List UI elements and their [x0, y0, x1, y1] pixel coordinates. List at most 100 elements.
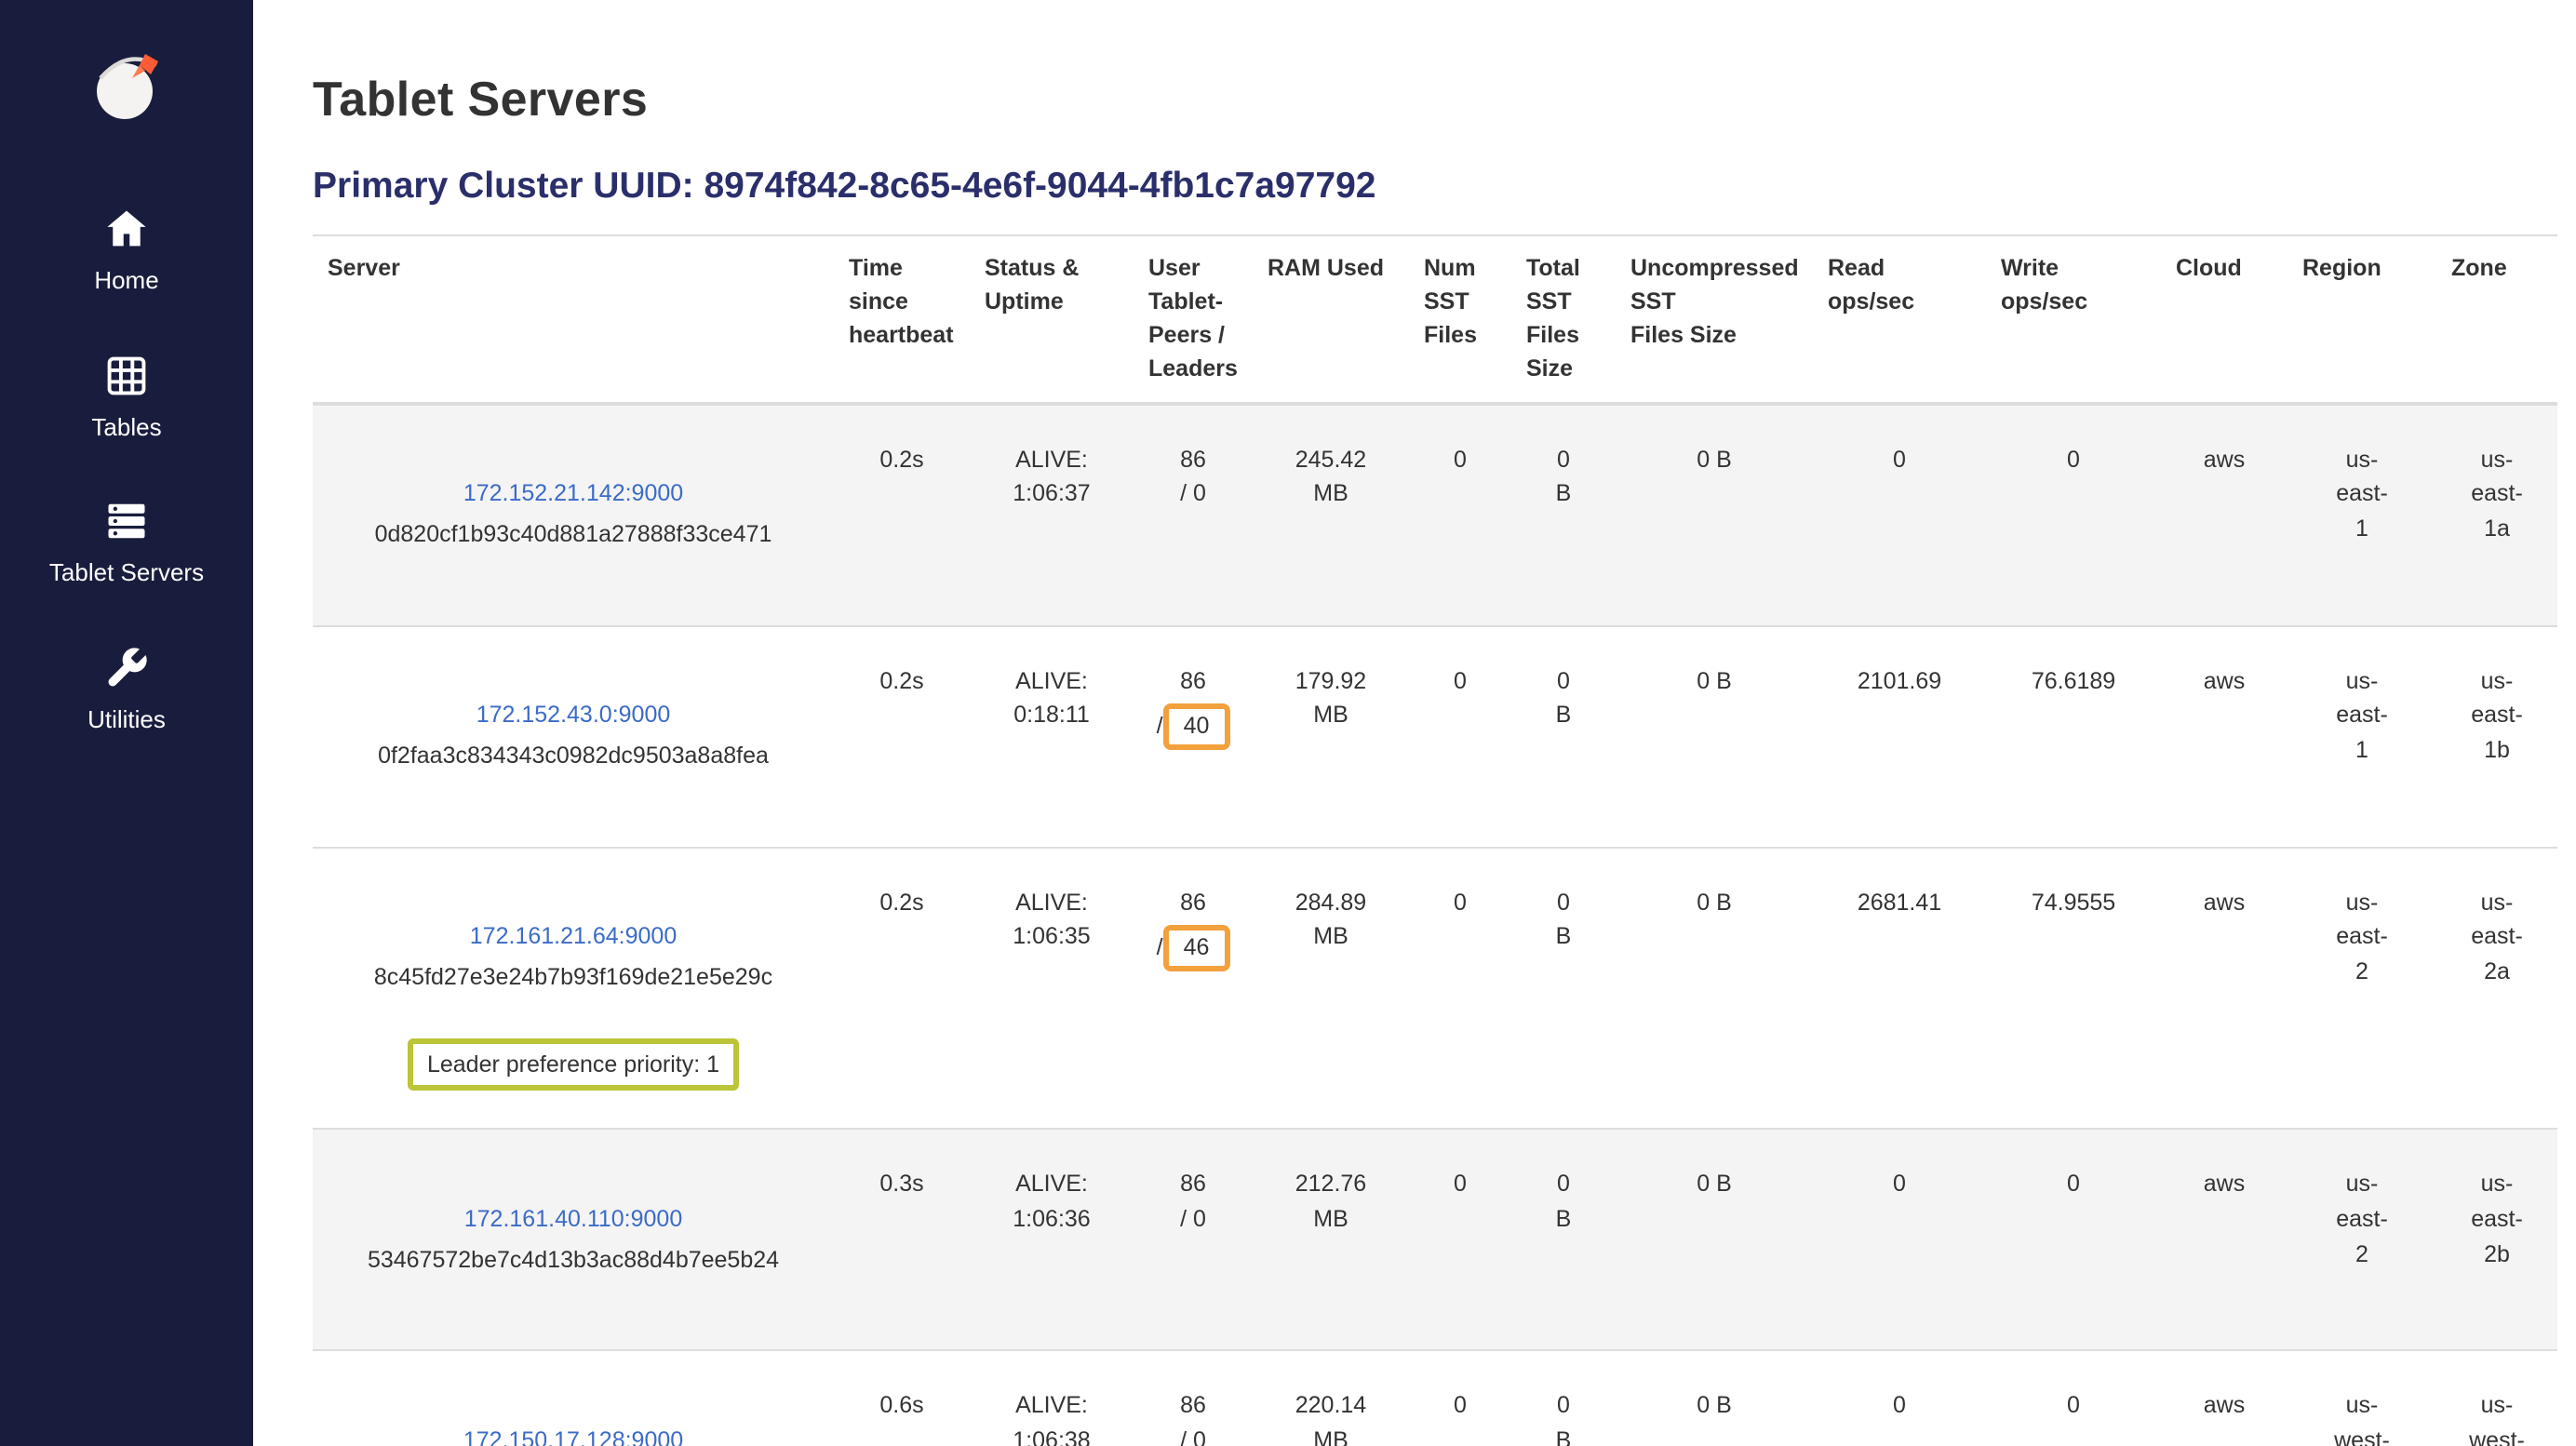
- cell-total-sst-size: 0 B: [1511, 1130, 1616, 1351]
- sidebar-item-label: Home: [94, 266, 158, 295]
- col-header-peers-leaders: User Tablet- Peers / Leaders: [1134, 235, 1253, 403]
- cell-server: 172.161.40.110:9000 53467572be7c4d13b3ac…: [313, 1130, 834, 1351]
- sidebar-item-label: Tablet Servers: [49, 558, 204, 587]
- cell-zone: us- east- 1b: [2436, 625, 2557, 847]
- primary-cluster-uuid-heading: Primary Cluster UUID: 8974f842-8c65-4e6f…: [313, 166, 2557, 208]
- cell-status-uptime: ALIVE: 1:06:35: [970, 847, 1134, 1130]
- col-header-ram-used: RAM Used: [1253, 235, 1409, 403]
- cell-total-sst-size: 0 B: [1511, 1351, 1616, 1446]
- server-link[interactable]: 172.161.40.110:9000: [464, 1202, 683, 1238]
- col-header-cloud: Cloud: [2161, 235, 2288, 403]
- cell-peers-leaders: 86 / 0: [1134, 1351, 1253, 1446]
- col-header-status-uptime: Status & Uptime: [970, 235, 1134, 403]
- server-link[interactable]: 172.150.17.128:9000: [463, 1424, 683, 1446]
- table-row: 172.152.43.0:9000 0f2faa3c834343c0982dc9…: [313, 625, 2557, 847]
- cell-write-ops: 0: [1986, 1130, 2161, 1351]
- cell-ram-used: 220.14 MB: [1253, 1351, 1409, 1446]
- tables-icon: [102, 351, 151, 399]
- cell-read-ops: 0: [1813, 403, 1986, 625]
- cell-num-sst-files: 0: [1409, 403, 1511, 625]
- col-header-num-sst-files: Num SST Files: [1409, 235, 1511, 403]
- cell-total-sst-size: 0 B: [1511, 403, 1616, 625]
- cell-peers-leaders: 86 /46: [1134, 847, 1253, 1130]
- cell-region: us- east- 2: [2288, 847, 2436, 1130]
- cell-status-uptime: ALIVE: 0:18:11: [970, 625, 1134, 847]
- col-header-heartbeat: Time since heartbeat: [834, 235, 970, 403]
- tablet-servers-table: Server Time since heartbeat Status & Upt…: [313, 234, 2557, 1446]
- cell-cloud: aws: [2161, 847, 2288, 1130]
- cell-write-ops: 0: [1986, 403, 2161, 625]
- sidebar-item-tables[interactable]: Tables: [0, 351, 253, 441]
- cell-peers-leaders: 86 / 0: [1134, 1130, 1253, 1351]
- server-uuid: 0d820cf1b93c40d881a27888f33ce471: [328, 517, 819, 553]
- cell-ram-used: 212.76 MB: [1253, 1130, 1409, 1351]
- cell-num-sst-files: 0: [1409, 1351, 1511, 1446]
- cell-num-sst-files: 0: [1409, 625, 1511, 847]
- cell-heartbeat: 0.6s: [834, 1351, 970, 1446]
- cell-uncompressed-sst-size: 0 B: [1616, 1351, 1813, 1446]
- yugabyte-logo[interactable]: [82, 41, 171, 130]
- cell-heartbeat: 0.2s: [834, 847, 970, 1130]
- sidebar-item-tablet-servers[interactable]: Tablet Servers: [0, 497, 253, 587]
- server-link[interactable]: 172.161.21.64:9000: [470, 920, 677, 956]
- table-header-row: Server Time since heartbeat Status & Upt…: [313, 235, 2557, 403]
- cell-read-ops: 2681.41: [1813, 847, 1986, 1130]
- planet-rocket-icon: [82, 41, 171, 130]
- cell-cloud: aws: [2161, 625, 2288, 847]
- cell-ram-used: 245.42 MB: [1253, 403, 1409, 625]
- cell-ram-used: 179.92 MB: [1253, 625, 1409, 847]
- leaders-highlight-box: 40: [1163, 704, 1230, 751]
- cell-read-ops: 2101.69: [1813, 625, 1986, 847]
- cell-region: us- east- 1: [2288, 403, 2436, 625]
- cell-server: 172.152.21.142:9000 0d820cf1b93c40d881a2…: [313, 403, 834, 625]
- cell-write-ops: 0: [1986, 1351, 2161, 1446]
- server-link[interactable]: 172.152.43.0:9000: [476, 699, 671, 734]
- server-uuid: 53467572be7c4d13b3ac88d4b7ee5b24: [328, 1243, 819, 1279]
- server-uuid: 8c45fd27e3e24b7b93f169de21e5e29c: [328, 960, 819, 996]
- sidebar-item-label: Utilities: [87, 705, 166, 734]
- cell-peers-leaders: 86 /40: [1134, 625, 1253, 847]
- sidebar-item-utilities[interactable]: Utilities: [0, 644, 253, 734]
- cell-heartbeat: 0.2s: [834, 403, 970, 625]
- cell-total-sst-size: 0 B: [1511, 625, 1616, 847]
- cell-status-uptime: ALIVE: 1:06:37: [970, 403, 1134, 625]
- cell-heartbeat: 0.3s: [834, 1130, 970, 1351]
- cell-region: us- west- 1: [2288, 1351, 2436, 1446]
- sidebar-item-home[interactable]: Home: [0, 205, 253, 295]
- cell-server: 172.150.17.128:9000 c48bc82fc7314d5e9186…: [313, 1351, 834, 1446]
- col-header-region: Region: [2288, 235, 2436, 403]
- utilities-wrench-icon: [102, 644, 151, 692]
- app-window: Home Tables Tablet Servers: [0, 0, 2576, 1446]
- tablet-servers-icon: [102, 497, 151, 545]
- sidebar-item-label: Tables: [91, 412, 161, 441]
- table-row: 172.150.17.128:9000 c48bc82fc7314d5e9186…: [313, 1351, 2557, 1446]
- cell-num-sst-files: 0: [1409, 847, 1511, 1130]
- cell-ram-used: 284.89 MB: [1253, 847, 1409, 1130]
- cell-cloud: aws: [2161, 1351, 2288, 1446]
- cell-zone: us- east- 2b: [2436, 1130, 2557, 1351]
- cell-peers-leaders: 86 / 0: [1134, 403, 1253, 625]
- cell-heartbeat: 0.2s: [834, 625, 970, 847]
- cell-read-ops: 0: [1813, 1130, 1986, 1351]
- col-header-write-ops: Write ops/sec: [1986, 235, 2161, 403]
- cell-status-uptime: ALIVE: 1:06:38: [970, 1351, 1134, 1446]
- leader-preference-highlight-box: Leader preference priority: 1: [409, 1038, 738, 1091]
- cell-server: 172.152.43.0:9000 0f2faa3c834343c0982dc9…: [313, 625, 834, 847]
- server-link[interactable]: 172.152.21.142:9000: [463, 477, 683, 513]
- home-icon: [102, 205, 151, 253]
- cell-server: 172.161.21.64:9000 8c45fd27e3e24b7b93f16…: [313, 847, 834, 1130]
- page-title: Tablet Servers: [313, 71, 2557, 128]
- cell-write-ops: 76.6189: [1986, 625, 2161, 847]
- col-header-read-ops: Read ops/sec: [1813, 235, 1986, 403]
- server-uuid: 0f2faa3c834343c0982dc9503a8a8fea: [328, 739, 819, 774]
- cell-total-sst-size: 0 B: [1511, 847, 1616, 1130]
- cell-read-ops: 0: [1813, 1351, 1986, 1446]
- screen: Home Tables Tablet Servers: [0, 0, 2576, 1446]
- leaders-highlight-box: 46: [1163, 926, 1230, 972]
- cell-cloud: aws: [2161, 403, 2288, 625]
- col-header-zone: Zone: [2436, 235, 2557, 403]
- cell-uncompressed-sst-size: 0 B: [1616, 625, 1813, 847]
- cell-write-ops: 74.9555: [1986, 847, 2161, 1130]
- cell-uncompressed-sst-size: 0 B: [1616, 403, 1813, 625]
- cell-status-uptime: ALIVE: 1:06:36: [970, 1130, 1134, 1351]
